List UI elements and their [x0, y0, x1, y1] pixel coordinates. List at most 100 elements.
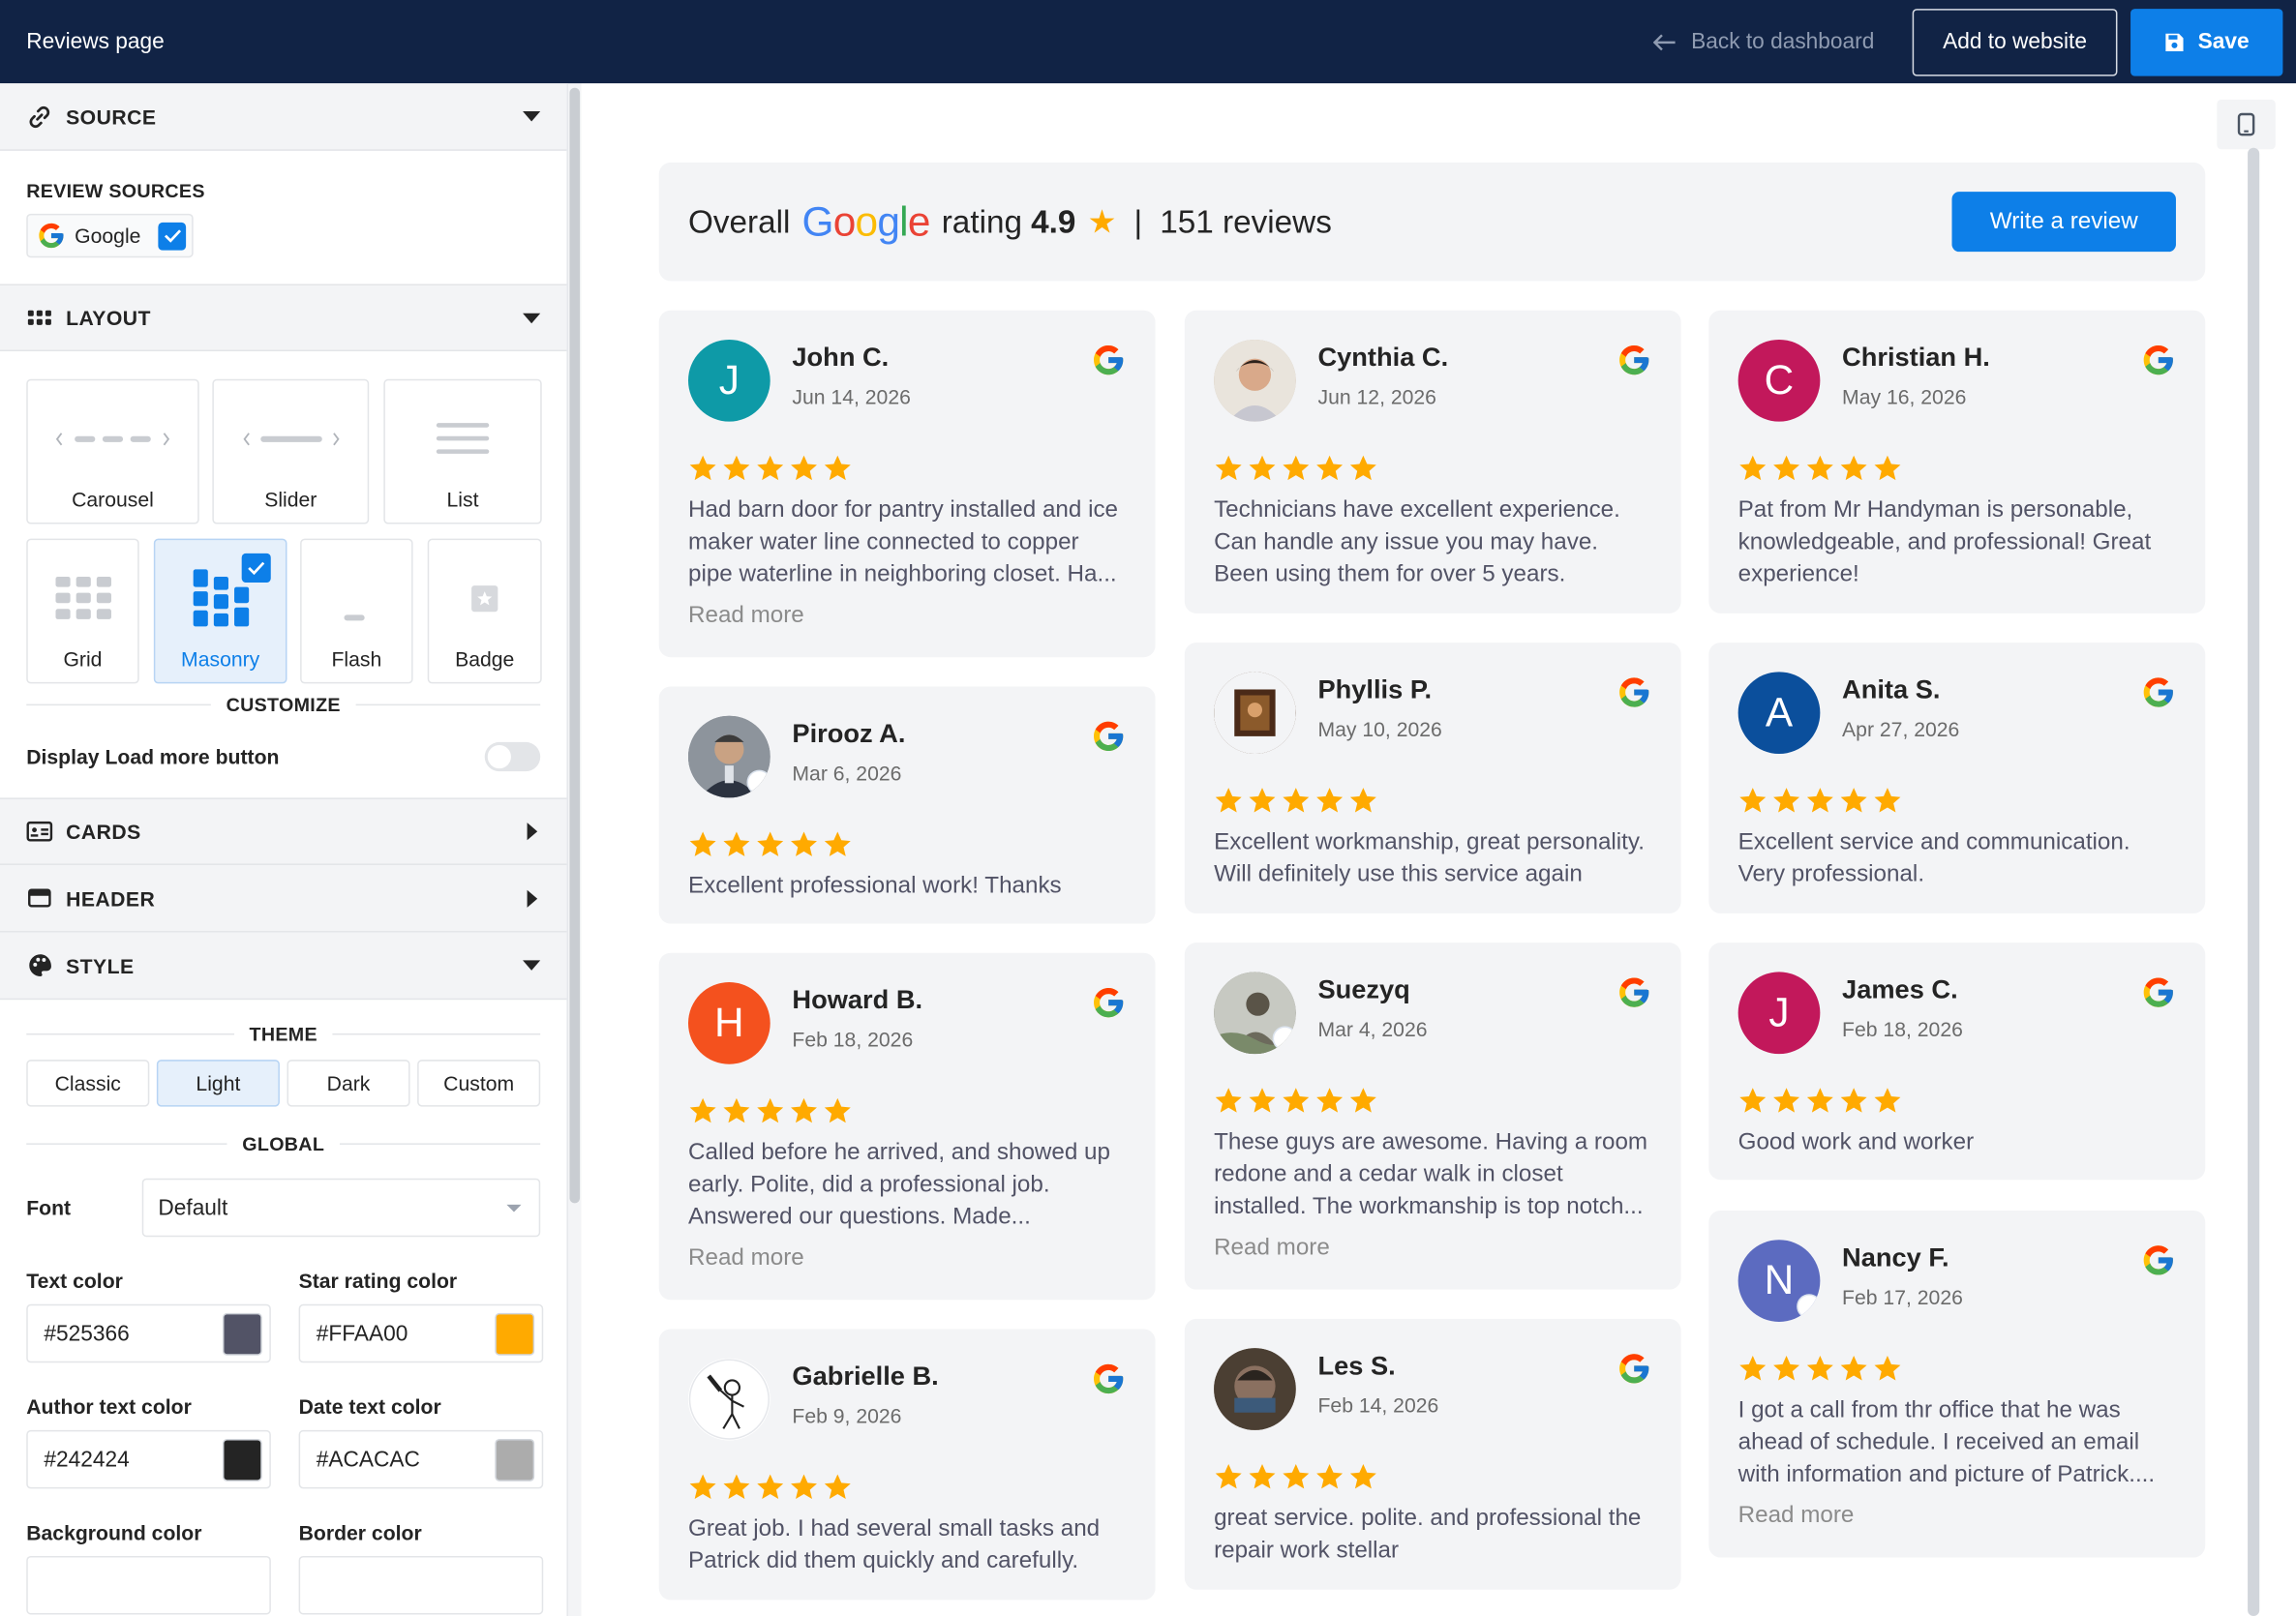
- global-divider: GLOBAL: [26, 1133, 540, 1155]
- google-wordmark: Google: [801, 197, 931, 244]
- star-color-swatch[interactable]: [495, 1312, 535, 1355]
- background-color-input[interactable]: [26, 1555, 271, 1615]
- back-to-dashboard-link[interactable]: Back to dashboard: [1652, 29, 1874, 54]
- chevron-right-icon: [527, 888, 538, 908]
- author-color-swatch[interactable]: [222, 1438, 262, 1481]
- star-color-input[interactable]: #FFAA00: [298, 1303, 544, 1363]
- section-cards-header[interactable]: CARDS: [0, 797, 567, 865]
- section-style-header[interactable]: STYLE: [0, 932, 567, 1001]
- star-icon: [722, 454, 751, 483]
- star-icon: [1248, 454, 1277, 483]
- layout-flash[interactable]: Flash: [300, 538, 413, 684]
- read-more-link[interactable]: Read more: [1214, 1236, 1651, 1262]
- list-layout-icon: [385, 380, 540, 497]
- star-icon: [1214, 1086, 1243, 1115]
- google-source-label: Google: [75, 224, 141, 248]
- avatar: [1214, 339, 1296, 422]
- star-icon: [1839, 1086, 1868, 1115]
- sidebar-scrollbar-thumb[interactable]: [569, 87, 581, 1204]
- palette-icon: [26, 952, 52, 978]
- text-color-value: #525366: [44, 1321, 130, 1346]
- save-button[interactable]: Save: [2130, 8, 2283, 75]
- review-date: Feb 18, 2026: [792, 1027, 914, 1052]
- review-date: Apr 27, 2026: [1842, 717, 1960, 741]
- review-card: Les S. Feb 14, 2026 great service. polite.…: [1184, 1318, 1681, 1590]
- date-color-input[interactable]: #ACACAC: [298, 1429, 544, 1489]
- theme-dark-button[interactable]: Dark: [287, 1060, 410, 1107]
- layout-slider[interactable]: Slider: [212, 378, 370, 524]
- read-more-link[interactable]: Read more: [688, 1245, 1126, 1272]
- star-icon: [1873, 454, 1902, 483]
- date-color-label: Date text color: [298, 1394, 441, 1419]
- theme-classic-button[interactable]: Classic: [26, 1060, 150, 1107]
- font-label: Font: [26, 1195, 72, 1220]
- write-review-button[interactable]: Write a review: [1951, 192, 2176, 253]
- load-more-toggle[interactable]: [484, 741, 541, 772]
- google-logo-icon: [1091, 719, 1126, 754]
- load-more-label: Display Load more button: [26, 744, 280, 769]
- local-guide-badge-icon: [746, 769, 770, 795]
- google-logo-icon: [2141, 1242, 2176, 1277]
- font-select[interactable]: Default: [141, 1178, 541, 1238]
- page-title: Reviews page: [26, 29, 165, 54]
- read-more-link[interactable]: Read more: [1738, 1504, 2176, 1530]
- star-icon: [1214, 1462, 1243, 1491]
- section-header-header[interactable]: HEADER: [0, 864, 567, 933]
- layout-grid[interactable]: Grid: [26, 538, 139, 684]
- star-icon: [789, 1473, 818, 1502]
- star-icon: [1282, 1086, 1311, 1115]
- google-logo-icon: [2141, 674, 2176, 709]
- review-text: Had barn door for pantry installed and i…: [687, 497, 1119, 587]
- star-icon: [1348, 786, 1377, 815]
- review-date: May 10, 2026: [1317, 717, 1442, 741]
- grid-layout-icon: [28, 540, 137, 657]
- star-icon: [1282, 1462, 1311, 1491]
- layout-list[interactable]: List: [383, 378, 542, 524]
- chevron-down-icon: [523, 110, 541, 122]
- rating-word: rating: [941, 202, 1023, 240]
- section-source-header[interactable]: SOURCE: [0, 83, 567, 151]
- reviewer-name: Suezyq: [1317, 974, 1410, 1004]
- reviewer-name: Phyllis P.: [1317, 674, 1433, 704]
- flash-layout-icon: [302, 540, 411, 657]
- text-color-swatch[interactable]: [222, 1312, 262, 1355]
- google-source-chip[interactable]: Google: [26, 213, 194, 258]
- review-text: Excellent professional work! Thanks: [687, 874, 1062, 899]
- layout-badge[interactable]: Badge: [427, 538, 542, 684]
- global-label: GLOBAL: [242, 1132, 325, 1155]
- date-color-swatch[interactable]: [495, 1438, 535, 1481]
- badge-layout-icon: [429, 540, 540, 657]
- reviewer-name: James C.: [1842, 974, 1958, 1004]
- star-icon: [756, 830, 785, 859]
- review-date: Jun 12, 2026: [1317, 384, 1436, 409]
- mobile-preview-button[interactable]: [2217, 99, 2276, 150]
- star-icon: [688, 454, 717, 483]
- star-icon: [1805, 1354, 1834, 1383]
- grid-dots-icon: [26, 305, 52, 331]
- border-color-input[interactable]: [298, 1555, 544, 1615]
- star-icon: [1805, 454, 1834, 483]
- star-icon: [823, 454, 852, 483]
- preview-scrollbar[interactable]: [2248, 147, 2260, 1616]
- layout-masonry[interactable]: Masonry: [153, 538, 287, 684]
- star-icon: [1348, 1086, 1377, 1115]
- reviewer-name: Christian H.: [1842, 342, 1990, 373]
- google-source-checkbox[interactable]: [158, 222, 187, 250]
- read-more-link[interactable]: Read more: [688, 603, 1126, 629]
- add-to-website-button[interactable]: Add to website: [1912, 8, 2118, 75]
- star-rating: [688, 830, 1126, 859]
- theme-options: Classic Light Dark Custom: [26, 1060, 541, 1107]
- review-card: Cynthia C. Jun 12, 2026 Technicians have e…: [1184, 310, 1681, 613]
- theme-custom-button[interactable]: Custom: [417, 1060, 541, 1107]
- color-settings: Text color #525366 Star rating color #FF…: [26, 1237, 544, 1615]
- author-color-input[interactable]: #242424: [26, 1429, 271, 1489]
- section-source-title: SOURCE: [66, 105, 157, 129]
- star-icon: [688, 1473, 717, 1502]
- review-count: 151 reviews: [1160, 202, 1332, 240]
- overall-rating-value: 4.9: [1031, 202, 1076, 240]
- layout-carousel[interactable]: Carousel: [26, 378, 199, 524]
- star-icon: [1805, 786, 1834, 815]
- section-layout-header[interactable]: LAYOUT: [0, 284, 567, 352]
- text-color-input[interactable]: #525366: [26, 1303, 271, 1363]
- theme-light-button[interactable]: Light: [156, 1060, 280, 1107]
